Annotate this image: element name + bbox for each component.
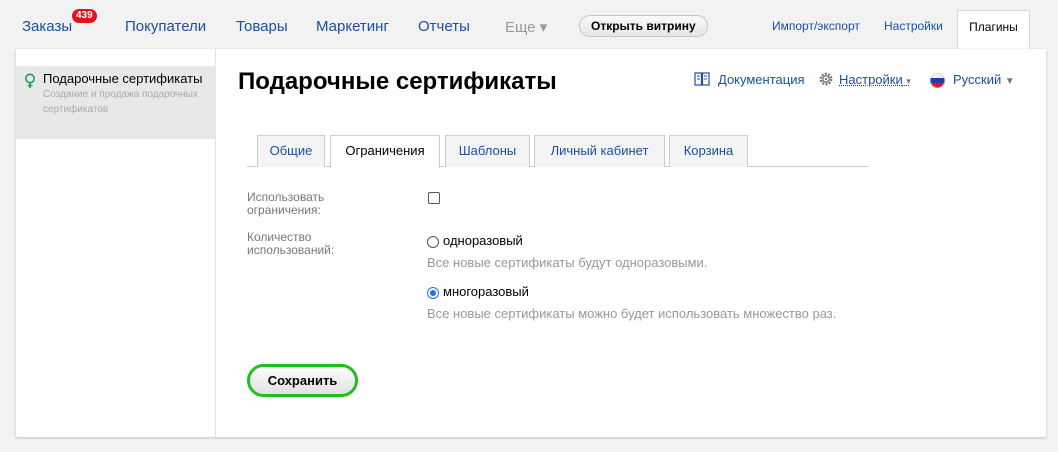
sidebar: Подарочные сертификаты Создание и продаж… <box>16 49 216 437</box>
nav-products[interactable]: Товары <box>236 18 288 35</box>
single-use-hint: Все новые сертификаты будут одноразовыми… <box>427 255 708 270</box>
multi-use-hint: Все новые сертификаты можно будет исполь… <box>427 306 837 321</box>
book-icon <box>694 72 710 86</box>
gear-icon <box>819 72 833 86</box>
use-limits-checkbox[interactable] <box>428 192 440 204</box>
chevron-down-icon: ▾ <box>906 76 911 86</box>
sidebar-item-title: Подарочные сертификаты <box>43 71 203 86</box>
usage-count-label: Количество использований: <box>247 230 335 257</box>
tab-personal-account[interactable]: Личный кабинет <box>534 135 665 167</box>
nav-orders[interactable]: Заказы <box>22 18 72 35</box>
nav-plugins-label: Плагины <box>969 20 1018 34</box>
tab-restrictions[interactable]: Ограничения <box>330 135 440 168</box>
caret-down-icon: ▼ <box>1004 76 1015 87</box>
orders-badge: 439 <box>72 9 97 23</box>
main-panel: Подарочные сертификаты Создание и продаж… <box>16 49 1046 437</box>
nav-plugins-tab[interactable]: Плагины <box>957 10 1030 50</box>
nav-import-export[interactable]: Импорт/экспорт <box>772 19 860 33</box>
sidebar-item-text: Подарочные сертификаты Создание и продаж… <box>43 72 208 116</box>
single-use-radio[interactable] <box>427 236 439 248</box>
russia-flag-icon <box>930 73 945 88</box>
multi-use-radio[interactable] <box>427 287 439 299</box>
nav-reports[interactable]: Отчеты <box>418 18 470 35</box>
plugin-settings-link[interactable]: Настройки ▾ <box>839 72 911 87</box>
save-button[interactable]: Сохранить <box>247 364 358 397</box>
lightbulb-icon <box>25 73 35 88</box>
language-selector[interactable]: Русский ▼ <box>953 72 1015 87</box>
page-title: Подарочные сертификаты <box>238 68 557 95</box>
tab-templates[interactable]: Шаблоны <box>445 135 530 167</box>
nav-settings[interactable]: Настройки <box>884 19 943 33</box>
language-label: Русский <box>953 72 1002 87</box>
settings-tabs: Общие Ограничения Шаблоны Личный кабинет… <box>247 135 868 168</box>
nav-customers[interactable]: Покупатели <box>125 18 206 35</box>
documentation-link[interactable]: Документация <box>718 72 805 87</box>
open-storefront-button[interactable]: Открыть витрину <box>579 15 708 37</box>
nav-more[interactable]: Еще ▾ <box>505 18 547 36</box>
sidebar-item-gift-certificates[interactable]: Подарочные сертификаты Создание и продаж… <box>16 66 216 139</box>
plugin-settings-label: Настройки <box>839 72 903 87</box>
sidebar-item-description: Создание и продажа подарочных сертификат… <box>43 89 198 115</box>
tab-general[interactable]: Общие <box>257 135 325 167</box>
top-navigation: Заказы 439 Покупатели Товары Маркетинг О… <box>0 0 1058 50</box>
nav-marketing[interactable]: Маркетинг <box>316 18 389 35</box>
tab-cart[interactable]: Корзина <box>669 135 748 167</box>
use-limits-label: Использовать ограничения: <box>247 190 325 217</box>
multi-use-label: многоразовый <box>443 284 529 299</box>
single-use-label: одноразовый <box>443 233 523 248</box>
